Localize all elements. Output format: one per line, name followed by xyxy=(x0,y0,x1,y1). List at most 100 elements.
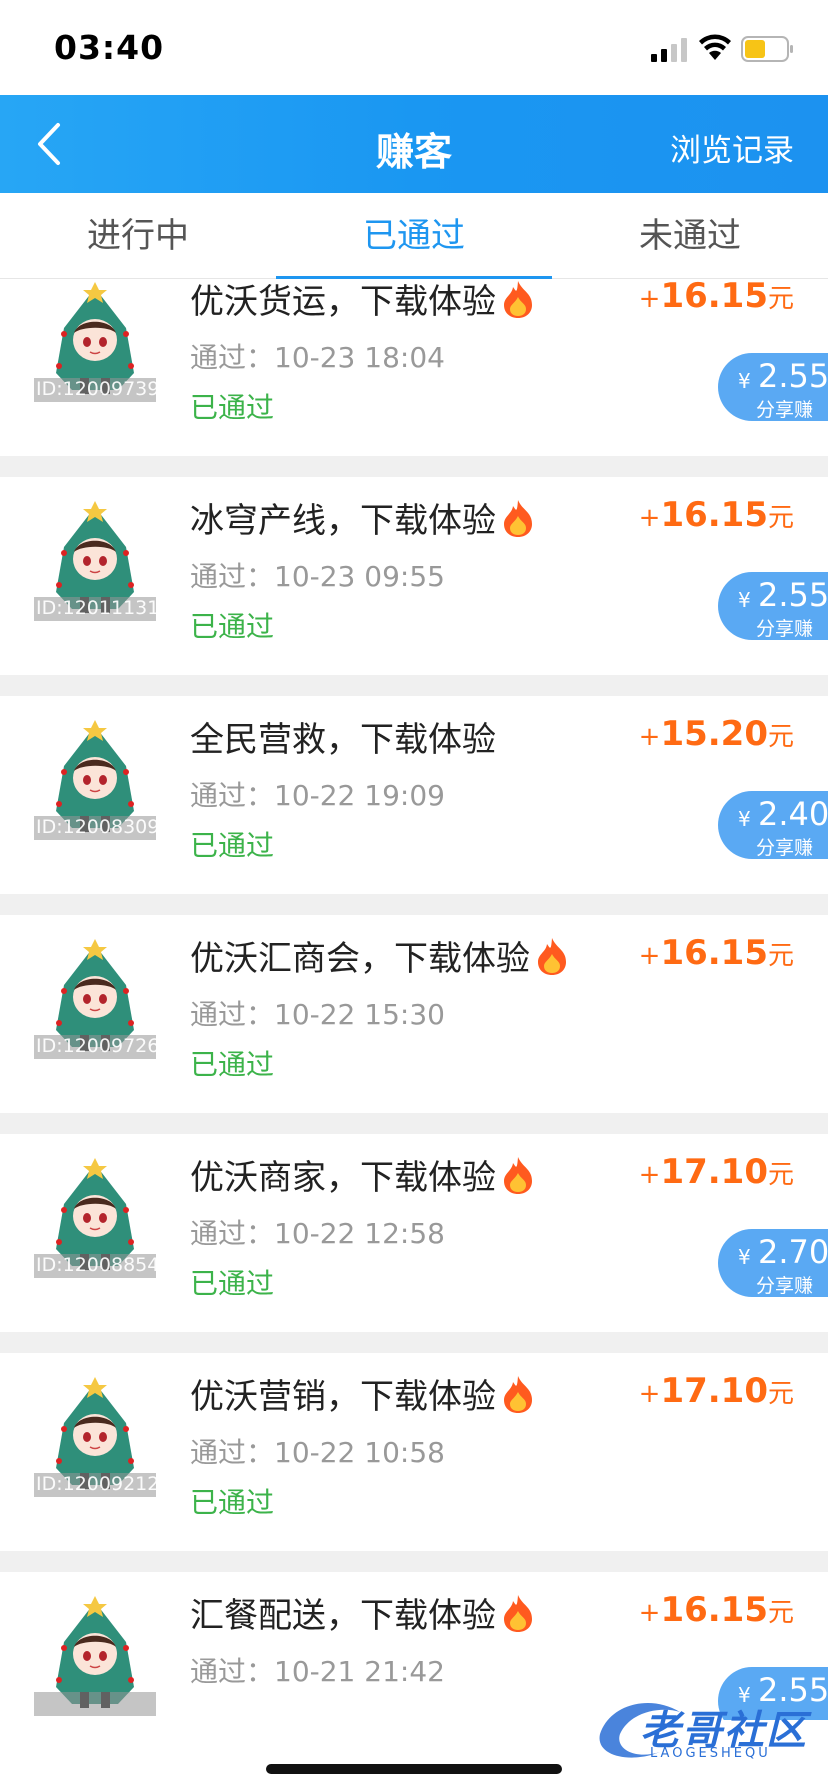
task-card[interactable]: ID:12009212 优沃营销，下载体验 通过：10-22 10:58 已通过… xyxy=(0,1353,828,1551)
task-title[interactable]: 优沃营销，下载体验 xyxy=(190,1369,536,1418)
reward-amount: +16.15元 xyxy=(639,933,794,973)
avatar-id-label: ID:12008854 xyxy=(34,1254,156,1278)
pass-time: 通过：10-23 18:04 xyxy=(190,341,445,374)
reward-plus: + xyxy=(638,1379,661,1409)
tab-bar: 进行中 已通过 未通过 xyxy=(0,193,828,279)
task-card[interactable]: ID:12008309 全民营救，下载体验 通过：10-22 19:09 已通过… xyxy=(0,696,828,894)
battery-icon xyxy=(741,36,793,62)
avatar-id-label: ID:12009212 xyxy=(34,1473,156,1497)
task-title[interactable]: 优沃商家，下载体验 xyxy=(190,1150,536,1199)
task-card[interactable]: ID:12011131 冰穹产线，下载体验 通过：10-23 09:55 已通过… xyxy=(0,477,828,675)
share-earn-button[interactable]: ¥ 2.55 分享赚 xyxy=(718,353,828,421)
reward-value: 16.15 xyxy=(660,495,768,535)
share-label: 分享赚 xyxy=(756,1275,814,1297)
reward-unit: 元 xyxy=(767,722,794,752)
reward-unit: 元 xyxy=(767,1160,794,1190)
task-title-text: 优沃商家，下载体验 xyxy=(190,1158,496,1198)
reward-plus: + xyxy=(638,1160,661,1190)
status-bar: 03:40 xyxy=(0,0,828,95)
task-title-text: 冰穹产线，下载体验 xyxy=(190,501,496,541)
avatar-id-label xyxy=(34,1692,156,1716)
reward-unit: 元 xyxy=(767,503,794,533)
pass-time: 通过：10-22 15:30 xyxy=(190,998,445,1031)
reward-amount: +16.15元 xyxy=(639,1590,794,1630)
task-title[interactable]: 汇餐配送，下载体验 xyxy=(190,1588,536,1637)
task-title-text: 优沃营销，下载体验 xyxy=(190,1377,496,1417)
status-approved: 已通过 xyxy=(190,610,275,643)
reward-plus: + xyxy=(638,941,661,971)
share-yen: ¥ xyxy=(738,369,751,393)
share-label: 分享赚 xyxy=(756,618,814,640)
task-title[interactable]: 全民营救，下载体验 xyxy=(190,712,496,761)
share-label: 分享赚 xyxy=(756,399,814,421)
share-yen: ¥ xyxy=(738,807,751,831)
reward-plus: + xyxy=(638,1598,661,1628)
task-card[interactable]: ID:12008854 优沃商家，下载体验 通过：10-22 12:58 已通过… xyxy=(0,1134,828,1332)
reward-plus: + xyxy=(638,722,661,752)
reward-amount: +16.15元 xyxy=(639,280,794,316)
home-indicator[interactable] xyxy=(266,1764,562,1774)
share-value: 2.70 xyxy=(758,1233,828,1271)
share-label: 分享赚 xyxy=(756,837,814,859)
task-title[interactable]: 优沃汇商会，下载体验 xyxy=(190,931,570,980)
reward-plus: + xyxy=(638,503,661,533)
reward-value: 15.20 xyxy=(660,714,768,754)
share-value: 2.40 xyxy=(758,795,828,833)
share-earn-button[interactable]: ¥ 2.55 分享赚 xyxy=(718,572,828,640)
share-value: 2.55 xyxy=(758,576,828,614)
reward-unit: 元 xyxy=(767,941,794,971)
reward-value: 17.10 xyxy=(660,1371,768,1411)
task-title-text: 全民营救，下载体验 xyxy=(190,720,496,760)
task-card[interactable]: ID:12009726 优沃汇商会，下载体验 通过：10-22 15:30 已通… xyxy=(0,915,828,1113)
fire-icon xyxy=(534,936,570,976)
wifi-icon xyxy=(699,34,731,60)
status-approved: 已通过 xyxy=(190,1486,275,1519)
share-value: 2.55 xyxy=(758,357,828,395)
reward-amount: +17.10元 xyxy=(639,1152,794,1192)
pass-time: 通过：10-21 21:42 xyxy=(190,1655,445,1688)
status-approved: 已通过 xyxy=(190,829,275,862)
reward-unit: 元 xyxy=(767,284,794,314)
reward-value: 17.10 xyxy=(660,1152,768,1192)
reward-value: 16.15 xyxy=(660,280,768,316)
reward-amount: +16.15元 xyxy=(639,495,794,535)
task-card[interactable]: ID:12009739 优沃货运，下载体验 通过：10-23 18:04 已通过… xyxy=(0,280,828,456)
share-yen: ¥ xyxy=(738,1245,751,1269)
task-list[interactable]: ID:12009739 优沃货运，下载体验 通过：10-23 18:04 已通过… xyxy=(0,280,828,1720)
reward-amount: +17.10元 xyxy=(639,1371,794,1411)
pass-time: 通过：10-23 09:55 xyxy=(190,560,445,593)
nav-bar: 赚客 浏览记录 xyxy=(0,95,828,193)
avatar-id-label: ID:12009726 xyxy=(34,1035,156,1059)
task-title-text: 优沃货运，下载体验 xyxy=(190,282,496,322)
tab-approved[interactable]: 已通过 xyxy=(276,193,552,279)
share-yen: ¥ xyxy=(738,588,751,612)
task-title-text: 汇餐配送，下载体验 xyxy=(190,1596,496,1636)
fire-icon xyxy=(500,1374,536,1414)
pass-time: 通过：10-22 19:09 xyxy=(190,779,445,812)
fire-icon xyxy=(500,280,536,319)
pass-time: 通过：10-22 12:58 xyxy=(190,1217,445,1250)
task-title-text: 优沃汇商会，下载体验 xyxy=(190,939,530,979)
status-approved: 已通过 xyxy=(190,1267,275,1300)
reward-plus: + xyxy=(638,284,661,314)
reward-unit: 元 xyxy=(767,1598,794,1628)
browse-history-link[interactable]: 浏览记录 xyxy=(670,125,794,170)
status-approved: 已通过 xyxy=(190,391,275,424)
status-time: 03:40 xyxy=(54,28,165,67)
task-title[interactable]: 优沃货运，下载体验 xyxy=(190,280,536,323)
task-title[interactable]: 冰穹产线，下载体验 xyxy=(190,493,536,542)
fire-icon xyxy=(500,498,536,538)
share-earn-button[interactable]: ¥ 2.40 分享赚 xyxy=(718,791,828,859)
avatar-id-label: ID:12008309 xyxy=(34,816,156,840)
reward-value: 16.15 xyxy=(660,1590,768,1630)
fire-icon xyxy=(500,1155,536,1195)
cellular-signal-icon xyxy=(651,38,687,62)
tab-rejected[interactable]: 未通过 xyxy=(552,193,828,278)
watermark-subtext: LAOGESHEQU xyxy=(650,1746,771,1761)
tab-in-progress[interactable]: 进行中 xyxy=(0,193,276,278)
avatar-id-label: ID:12009739 xyxy=(34,378,156,402)
reward-value: 16.15 xyxy=(660,933,768,973)
avatar-id-label: ID:12011131 xyxy=(34,597,156,621)
status-approved: 已通过 xyxy=(190,1048,275,1081)
share-earn-button[interactable]: ¥ 2.70 分享赚 xyxy=(718,1229,828,1297)
